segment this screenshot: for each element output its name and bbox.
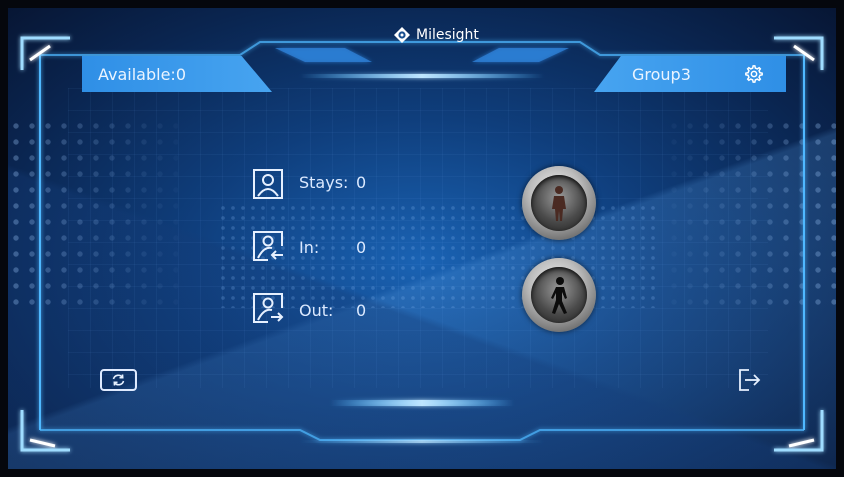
available-bar: Available:0 (82, 56, 272, 92)
walk-signal-button[interactable] (522, 258, 596, 332)
brand-name: Milesight (416, 27, 479, 43)
out-value: 0 (356, 301, 367, 320)
dot-pattern-left (8, 118, 178, 308)
refresh-icon (112, 374, 125, 386)
stop-signal-button[interactable] (522, 166, 596, 240)
stays-value: 0 (356, 173, 367, 192)
person-icon (253, 169, 283, 199)
dot-pattern-right (666, 118, 836, 308)
pedestrian-stop-icon (552, 186, 566, 221)
stays-label: Stays: (299, 173, 349, 192)
brand-logo: Milesight (393, 26, 479, 44)
milesight-logo-icon (394, 27, 410, 43)
available-count: Available:0 (98, 64, 186, 84)
group-bar: Group3 (594, 56, 786, 92)
out-row: Out: 0 (252, 292, 366, 324)
in-value: 0 (356, 238, 367, 257)
walk-signal-lens (531, 267, 587, 323)
group-name: Group3 (632, 64, 691, 84)
pedestrian-walk-icon (551, 277, 567, 314)
person-out-icon (253, 293, 284, 323)
refresh-button[interactable] (100, 369, 137, 391)
exit-icon[interactable] (737, 367, 763, 393)
out-label: Out: (299, 301, 334, 320)
background-grid (68, 88, 768, 388)
gear-icon[interactable] (744, 64, 764, 84)
in-label: In: (299, 238, 320, 257)
stop-signal-lens (531, 175, 587, 231)
in-row: In: 0 (252, 230, 366, 262)
person-in-icon (253, 231, 283, 261)
stays-row: Stays: 0 (252, 168, 366, 200)
